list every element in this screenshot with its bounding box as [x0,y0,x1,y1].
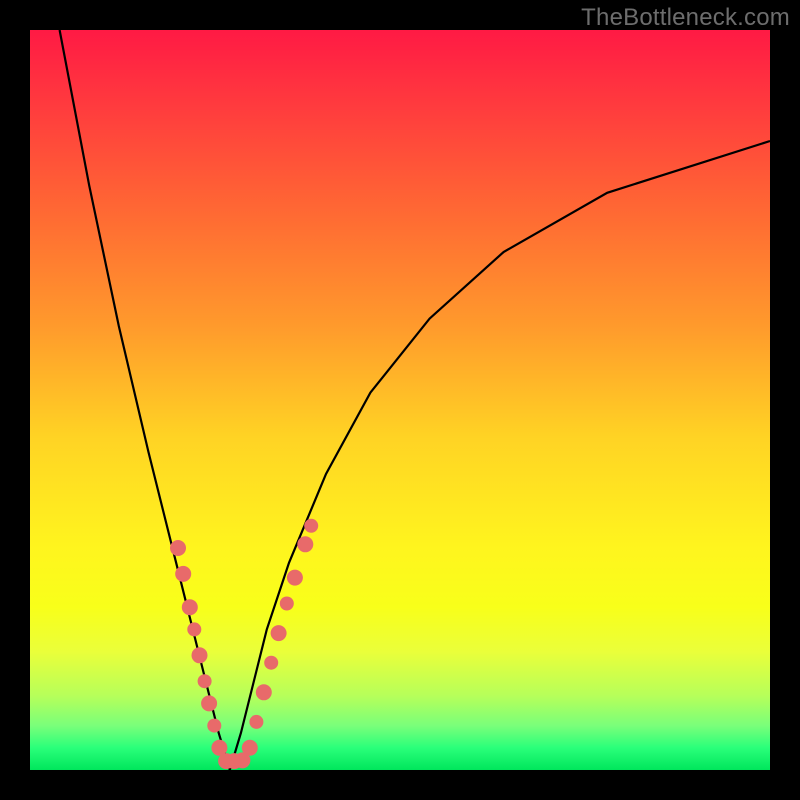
data-bead [271,625,287,641]
data-bead [182,599,198,615]
data-bead [192,647,208,663]
data-beads [170,519,318,769]
data-bead [304,519,318,533]
data-bead [198,674,212,688]
data-bead [264,656,278,670]
data-bead [187,622,201,636]
curve-right-branch [230,141,770,770]
data-bead [175,566,191,582]
data-bead [249,715,263,729]
data-bead [280,597,294,611]
chart-svg [30,30,770,770]
data-bead [297,536,313,552]
watermark-text: TheBottleneck.com [581,4,790,32]
chart-plot-area [30,30,770,770]
data-bead [207,719,221,733]
data-bead [170,540,186,556]
data-bead [201,695,217,711]
data-bead [256,684,272,700]
data-bead [242,740,258,756]
data-bead [287,570,303,586]
